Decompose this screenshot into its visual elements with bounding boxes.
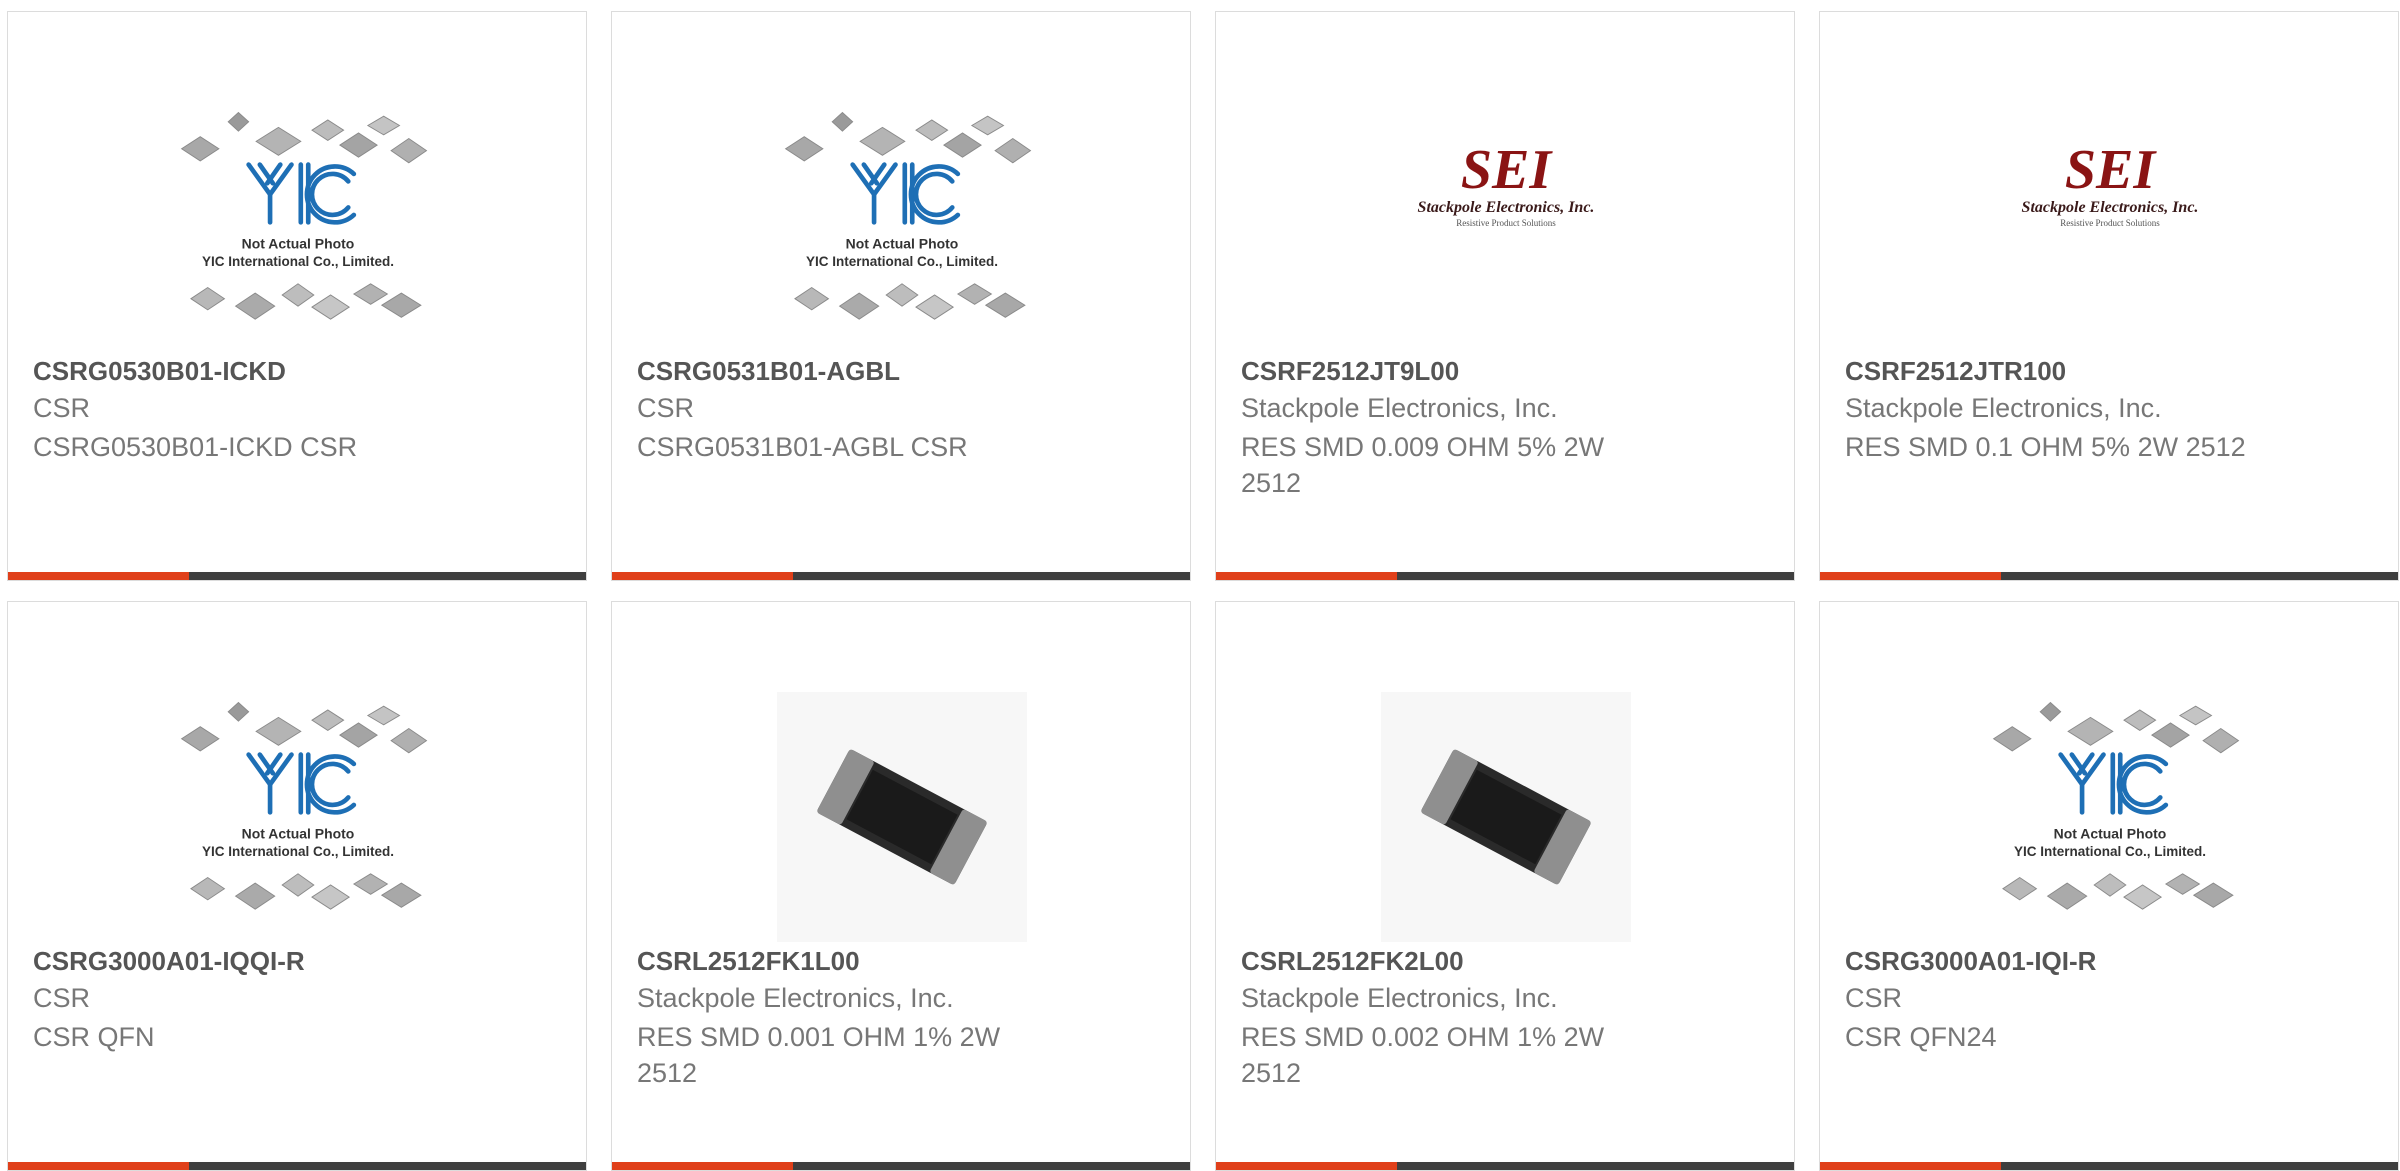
manufacturer: Stackpole Electronics, Inc.: [1241, 393, 1558, 423]
product-image[interactable]: Not Actual Photo YIC International Co., …: [163, 682, 433, 952]
resistor-photo: [1381, 692, 1631, 942]
manufacturer: Stackpole Electronics, Inc.: [1845, 393, 2162, 423]
yic-company-text: YIC International Co., Limited.: [202, 844, 394, 859]
product-card[interactable]: CSRL2512FK2L00 Stackpole Electronics, In…: [1215, 601, 1795, 1171]
part-number[interactable]: CSRL2512FK2L00: [1241, 946, 1464, 977]
manufacturer: CSR: [637, 393, 695, 423]
card-accent-bar: [1820, 1162, 2398, 1170]
svg-text:SEI: SEI: [1461, 139, 1553, 201]
manufacturer: Stackpole Electronics, Inc.: [1241, 983, 1558, 1013]
svg-text:Resistive Product Solutions: Resistive Product Solutions: [2060, 218, 2160, 228]
not-actual-photo-text: Not Actual Photo: [846, 235, 959, 251]
product-image[interactable]: Not Actual Photo YIC International Co., …: [163, 92, 433, 362]
part-number[interactable]: CSRG0530B01-ICKD: [33, 356, 286, 387]
yic-company-text: YIC International Co., Limited.: [2014, 844, 2206, 859]
description: RES SMD 0.001 OHM 1% 2W 2512: [637, 1022, 1001, 1088]
description: RES SMD 0.009 OHM 5% 2W 2512: [1241, 432, 1605, 498]
product-image[interactable]: SEI Stackpole Electronics, Inc. Resistiv…: [1975, 92, 2245, 362]
product-image[interactable]: Not Actual Photo YIC International Co., …: [1975, 682, 2245, 952]
yic-company-text: YIC International Co., Limited.: [202, 254, 394, 269]
description: RES SMD 0.002 OHM 1% 2W 2512: [1241, 1022, 1605, 1088]
card-accent-bar: [8, 572, 586, 580]
manufacturer: Stackpole Electronics, Inc.: [637, 983, 954, 1013]
product-card[interactable]: CSRL2512FK1L00 Stackpole Electronics, In…: [611, 601, 1191, 1171]
product-card[interactable]: Not Actual Photo YIC International Co., …: [1819, 601, 2399, 1171]
description: CSR QFN24: [1845, 1022, 1997, 1052]
manufacturer: CSR: [1845, 983, 1903, 1013]
yic-placeholder-image: Not Actual Photo YIC International Co., …: [180, 111, 428, 320]
yic-company-text: YIC International Co., Limited.: [806, 254, 998, 269]
card-accent-bar: [1820, 572, 2398, 580]
part-number[interactable]: CSRG0531B01-AGBL: [637, 356, 900, 387]
description: RES SMD 0.1 OHM 5% 2W 2512: [1845, 432, 2246, 462]
card-accent-bar: [8, 1162, 586, 1170]
not-actual-photo-text: Not Actual Photo: [242, 825, 355, 841]
product-image[interactable]: [767, 682, 1037, 952]
part-number[interactable]: CSRF2512JT9L00: [1241, 356, 1459, 387]
product-image[interactable]: Not Actual Photo YIC International Co., …: [767, 92, 1037, 362]
yic-placeholder-image: Not Actual Photo YIC International Co., …: [784, 111, 1032, 320]
card-accent-bar: [1216, 572, 1794, 580]
product-image[interactable]: [1371, 682, 1641, 952]
product-grid: Not Actual Photo YIC International Co., …: [7, 11, 2399, 1171]
product-image[interactable]: SEI Stackpole Electronics, Inc. Resistiv…: [1371, 92, 1641, 362]
part-number[interactable]: CSRG3000A01-IQI-R: [1845, 946, 2096, 977]
product-card[interactable]: SEI Stackpole Electronics, Inc. Resistiv…: [1819, 11, 2399, 581]
svg-text:Resistive Product Solutions: Resistive Product Solutions: [1456, 218, 1556, 228]
sei-logo-image: SEI Stackpole Electronics, Inc. Resistiv…: [2022, 139, 2199, 228]
product-card[interactable]: Not Actual Photo YIC International Co., …: [7, 11, 587, 581]
product-card[interactable]: Not Actual Photo YIC International Co., …: [611, 11, 1191, 581]
not-actual-photo-text: Not Actual Photo: [242, 235, 355, 251]
yic-placeholder-image: Not Actual Photo YIC International Co., …: [180, 701, 428, 910]
part-number[interactable]: CSRL2512FK1L00: [637, 946, 860, 977]
part-number[interactable]: CSRF2512JTR100: [1845, 356, 2066, 387]
card-accent-bar: [612, 1162, 1190, 1170]
svg-text:Stackpole Electronics, Inc.: Stackpole Electronics, Inc.: [2022, 199, 2199, 216]
svg-text:SEI: SEI: [2065, 139, 2157, 201]
not-actual-photo-text: Not Actual Photo: [2054, 825, 2167, 841]
svg-text:Stackpole Electronics, Inc.: Stackpole Electronics, Inc.: [1418, 199, 1595, 216]
yic-placeholder-image: Not Actual Photo YIC International Co., …: [1992, 701, 2240, 910]
description: CSR QFN: [33, 1022, 155, 1052]
product-card[interactable]: Not Actual Photo YIC International Co., …: [7, 601, 587, 1171]
card-accent-bar: [612, 572, 1190, 580]
manufacturer: CSR: [33, 393, 91, 423]
description: CSRG0530B01-ICKD CSR: [33, 432, 358, 462]
resistor-photo: [777, 692, 1027, 942]
description: CSRG0531B01-AGBL CSR: [637, 432, 968, 462]
product-card[interactable]: SEI Stackpole Electronics, Inc. Resistiv…: [1215, 11, 1795, 581]
card-accent-bar: [1216, 1162, 1794, 1170]
manufacturer: CSR: [33, 983, 91, 1013]
part-number[interactable]: CSRG3000A01-IQQI-R: [33, 946, 305, 977]
sei-logo-image: SEI Stackpole Electronics, Inc. Resistiv…: [1418, 139, 1595, 228]
